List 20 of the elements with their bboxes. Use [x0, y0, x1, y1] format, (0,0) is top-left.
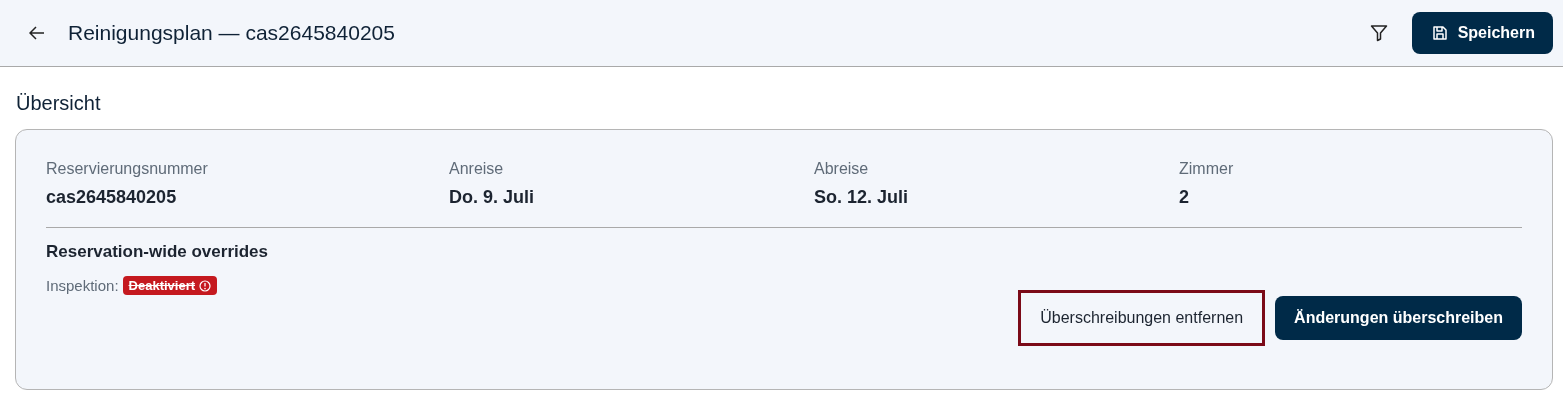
field-value: So. 12. Juli: [814, 187, 910, 208]
status-badge: Deaktiviert: [122, 276, 218, 295]
field-label: Zimmer: [1179, 160, 1235, 178]
save-button[interactable]: Speichern: [1411, 12, 1553, 54]
filter-icon[interactable]: [1369, 24, 1388, 42]
field-label: Anreise: [449, 160, 505, 178]
save-icon: [1431, 25, 1448, 41]
apply-button[interactable]: Änderungen überschreiben: [1275, 296, 1522, 340]
back-arrow-icon[interactable]: [29, 26, 45, 40]
field-label: Reservierungsnummer: [46, 160, 209, 178]
remove-button[interactable]: Überschreibungen entfernen: [1021, 293, 1263, 343]
field-value: cas2645840205: [46, 187, 178, 208]
override-label: Inspektion:: [46, 277, 119, 294]
field-value: 2: [1179, 187, 1190, 208]
field-value: Do. 9. Juli: [449, 187, 536, 208]
overrides-title: Reservation-wide overrides: [46, 242, 270, 262]
alert-icon: [199, 279, 212, 292]
page-title: Reinigungsplan — cas2645840205: [68, 21, 395, 45]
section-title: Übersicht: [16, 92, 102, 115]
field-label: Abreise: [814, 160, 870, 178]
